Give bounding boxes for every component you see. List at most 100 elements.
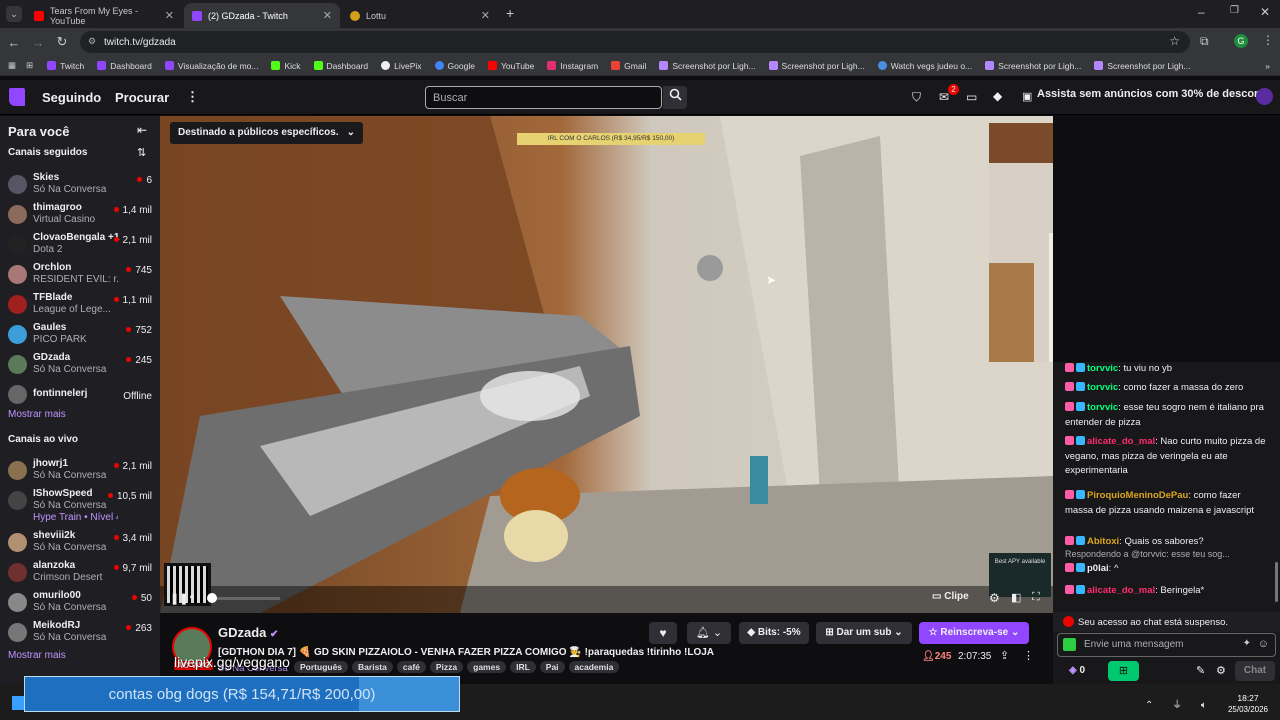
bits-button[interactable]: ◆ Bits: -5% <box>739 622 809 644</box>
new-tab-icon[interactable]: + <box>506 5 514 21</box>
more-options-icon[interactable]: ⋮ <box>1023 649 1034 662</box>
edit-icon[interactable]: ✎ <box>1196 664 1205 677</box>
emote-icon[interactable]: ☺ <box>1258 638 1269 650</box>
twitch-logo-icon[interactable] <box>9 88 25 106</box>
bookmark-item[interactable]: Instagram <box>547 61 598 71</box>
browser-menu-icon[interactable]: ⋮ <box>1262 33 1274 47</box>
share-icon[interactable]: ⇪ <box>1000 649 1009 662</box>
bookmark-item[interactable]: Google <box>434 61 475 71</box>
show-more-live[interactable]: Mostrar mais <box>8 650 66 661</box>
sidebar-channel-item[interactable]: IShowSpeed Só Na Conversa 10,5 mil Hype Tra… <box>0 486 160 523</box>
bits-icon[interactable]: ◆ <box>993 89 1002 103</box>
search-icon[interactable] <box>663 86 687 109</box>
theatre-mode-icon[interactable]: ◧ <box>1011 591 1021 604</box>
chat-username[interactable]: alicate_do_mal <box>1087 585 1155 596</box>
forward-icon[interactable]: → <box>28 35 48 50</box>
reply-context[interactable]: Respondendo a @torvvic: esse teu sog... <box>1065 547 1270 562</box>
sort-icon[interactable]: ⇅ <box>137 146 146 159</box>
resubscribe-button[interactable]: ☆ Reinscreva-se ⌄ <box>919 622 1029 644</box>
close-tab-icon[interactable]: ✕ <box>165 9 174 22</box>
stream-tag[interactable]: IRL <box>510 661 536 673</box>
site-info-icon[interactable]: ⚙ <box>88 36 96 47</box>
extensions-icon[interactable]: ⧉ <box>1200 34 1209 49</box>
clock-time[interactable]: 18:27 <box>1228 693 1268 703</box>
chat-username[interactable]: torvvic <box>1087 382 1118 393</box>
system-tray-icons[interactable]: ⌃ ⏚ 🔈︎ <box>1145 696 1215 711</box>
stream-tag[interactable]: Pai <box>539 661 565 673</box>
tab-youtube[interactable]: Tears From My Eyes - YouTube ✕ <box>26 3 182 28</box>
volume-icon[interactable]: 🔈︎ <box>190 591 197 604</box>
maximize-icon[interactable]: ❐ <box>1230 5 1239 16</box>
chat-username[interactable]: p0lai <box>1087 563 1109 574</box>
sidebar-channel-item[interactable]: Orchlon RESIDENT EVIL: r... 745 <box>0 260 160 290</box>
chat-input[interactable]: Envie uma mensagem ☺ ✦ <box>1057 633 1276 657</box>
tab-search-icon[interactable]: ⌄ <box>6 6 22 22</box>
sidebar-channel-item[interactable]: GDzada Só Na Conversa 245 <box>0 350 160 380</box>
chat-username[interactable]: torvvic <box>1087 363 1118 374</box>
chat-username[interactable]: torvvic <box>1087 402 1118 413</box>
close-tab-icon[interactable]: ✕ <box>323 9 332 22</box>
bookmark-item[interactable]: Gmail <box>611 61 646 71</box>
more-bookmarks-icon[interactable]: » <box>1265 61 1270 71</box>
sidebar-channel-item[interactable]: MeikodRJ Só Na Conversa 263 <box>0 618 160 648</box>
notification-bell-button[interactable]: 🔔︎ ⌄ <box>687 622 731 644</box>
chat-settings-icon[interactable]: ⚙ <box>1216 664 1226 677</box>
stream-tag[interactable]: Barista <box>352 661 393 673</box>
profile-avatar[interactable]: G <box>1234 34 1248 48</box>
inbox-icon[interactable]: ✉ <box>939 90 949 104</box>
more-options-icon[interactable]: ⋮ <box>186 89 199 105</box>
bookmark-item[interactable]: Dashboard <box>97 61 152 71</box>
apps-icon[interactable]: ▦ <box>8 60 16 71</box>
reload-icon[interactable]: ↻ <box>52 34 72 50</box>
sidebar-channel-item[interactable]: alanzoka Crimson Desert 9,7 mil <box>0 558 160 588</box>
collapse-sidebar-icon[interactable]: ⇤ <box>137 123 147 137</box>
bookmark-item[interactable]: Screenshot por Ligh... <box>768 61 865 71</box>
bookmark-item[interactable]: Watch vegs judeu o... <box>877 61 972 71</box>
chat-send-button[interactable]: Chat <box>1235 661 1275 681</box>
back-icon[interactable]: ← <box>4 35 24 50</box>
play-pause-icon[interactable]: ❚❚ <box>170 592 188 605</box>
prime-loot-icon[interactable]: ⛉ <box>912 90 921 105</box>
show-more-followed[interactable]: Mostrar mais <box>8 409 66 420</box>
chat-username[interactable]: PiroquioMeninoDePau <box>1087 490 1188 501</box>
chat-username[interactable]: alicate_do_mal <box>1087 436 1155 447</box>
volume-slider[interactable] <box>207 593 280 603</box>
tab-twitch[interactable]: (2) GDzada - Twitch ✕ <box>184 3 340 28</box>
bookmark-item[interactable]: LivePix <box>381 61 422 71</box>
clip-button[interactable]: ▭ Clipe <box>932 591 969 602</box>
stream-tag[interactable]: Português <box>294 661 349 673</box>
sidebar-channel-item[interactable]: ClovaoBengala +1 Dota 2 2,1 mil <box>0 230 160 260</box>
sidebar-channel-item[interactable]: Skies Só Na Conversa 6 <box>0 170 160 200</box>
bookmark-item[interactable]: Twitch <box>47 61 84 71</box>
nav-browse[interactable]: Procurar <box>115 90 169 105</box>
chat-scrollbar[interactable] <box>1275 562 1278 602</box>
bookmark-item[interactable]: Kick <box>271 61 301 71</box>
minimize-icon[interactable]: – <box>1198 5 1205 19</box>
sidebar-channel-item[interactable]: Gaules PICO PARK 752 <box>0 320 160 350</box>
grid-icon[interactable]: ⊞ <box>26 60 33 71</box>
turbo-promo-link[interactable]: Assista sem anúncios com 30% de desconto <box>1020 88 1271 100</box>
magic-icon[interactable]: ✦ <box>1243 638 1251 649</box>
prediction-button[interactable]: ⊞ <box>1108 661 1139 681</box>
bookmark-item[interactable]: Screenshot por Ligh... <box>659 61 756 71</box>
whispers-icon[interactable]: ▭ <box>966 90 977 104</box>
sidebar-channel-item[interactable]: omurilo00 Só Na Conversa 50 <box>0 588 160 618</box>
bookmark-item[interactable]: Screenshot por Ligh... <box>1094 61 1191 71</box>
user-avatar[interactable] <box>1256 88 1273 105</box>
stream-tag[interactable]: café <box>396 661 426 673</box>
channel-name[interactable]: GDzada ✔ <box>218 625 278 640</box>
bookmark-item[interactable]: Dashboard <box>313 61 368 71</box>
gift-sub-button[interactable]: ⊞ Dar um sub ⌄ <box>816 622 912 644</box>
fullscreen-icon[interactable]: ⛶ <box>1032 591 1040 604</box>
settings-icon[interactable]: ⚙ <box>989 591 1000 605</box>
sidebar-channel-item[interactable]: sheviii2k Só Na Conversa 3,4 mil <box>0 528 160 558</box>
sidebar-channel-item[interactable]: jhowrj1 Só Na Conversa 2,1 mil <box>0 456 160 486</box>
chat-username[interactable]: Abitoxi <box>1087 536 1119 547</box>
bookmark-item[interactable]: Screenshot por Ligh... <box>985 61 1081 71</box>
close-tab-icon[interactable]: ✕ <box>481 9 490 22</box>
stream-tag[interactable]: Pizza <box>429 661 464 673</box>
audience-label[interactable]: Destinado a públicos específicos. ⌄ <box>170 122 363 144</box>
video-player[interactable]: Destinado a públicos específicos. ⌄ IRL C… <box>160 116 1053 613</box>
clock-date[interactable]: 25/03/2026 <box>1222 705 1274 714</box>
stream-tag[interactable]: games <box>467 661 507 673</box>
